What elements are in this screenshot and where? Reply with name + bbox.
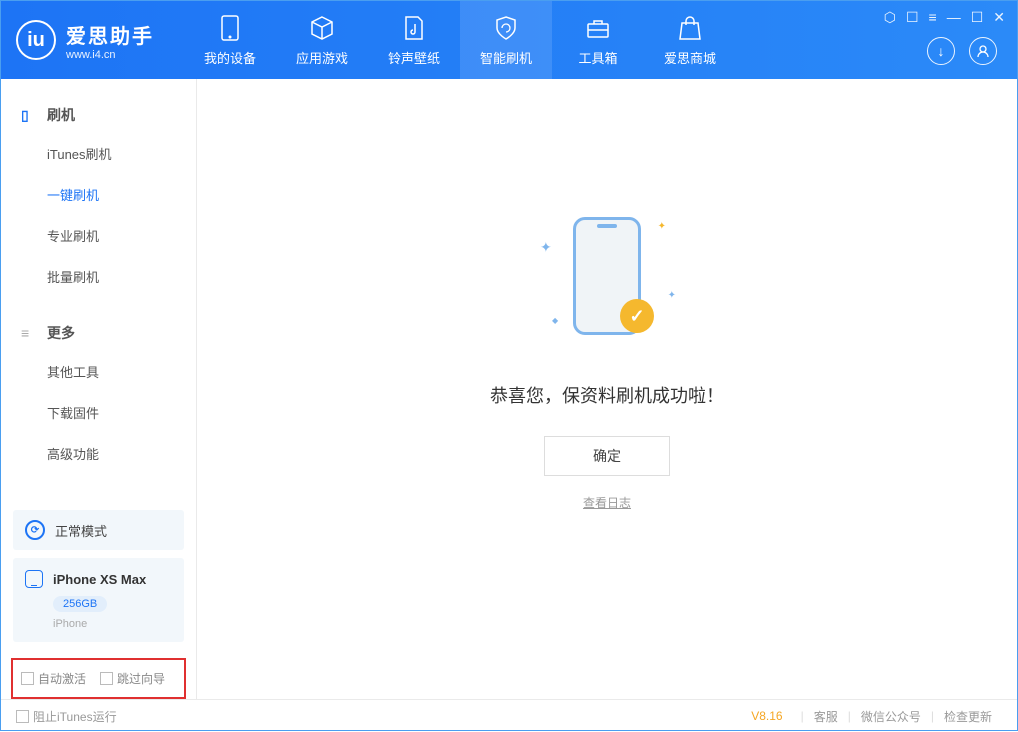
device-name: iPhone XS Max [53, 572, 146, 587]
checkbox-skip-guide[interactable]: 跳过向导 [100, 670, 165, 687]
app-name: 爱思助手 [66, 20, 154, 49]
sparkle-icon: ◆ [552, 316, 558, 325]
separator: | [931, 709, 934, 723]
tab-label: 应用游戏 [296, 48, 348, 67]
logo-text: 爱思助手 www.i4.cn [66, 20, 154, 61]
sidebar-item-other[interactable]: 其他工具 [1, 351, 196, 392]
tab-label: 爱思商城 [664, 48, 716, 67]
menu-icon[interactable]: ≡ [929, 9, 937, 26]
separator: | [848, 709, 851, 723]
header-actions: ↓ [927, 37, 997, 65]
tab-label: 智能刷机 [480, 48, 532, 67]
device-box[interactable]: iPhone XS Max 256GB iPhone [13, 558, 184, 642]
section-label: 刷机 [47, 105, 75, 125]
footer-bar: 阻止iTunes运行 V8.16 | 客服 | 微信公众号 | 检查更新 [1, 699, 1017, 732]
support-link[interactable]: 客服 [814, 708, 838, 725]
success-message: 恭喜您，保资料刷机成功啦！ [490, 382, 724, 408]
user-icon[interactable] [969, 37, 997, 65]
feedback-icon[interactable]: ☐ [906, 9, 919, 26]
sidebar-section-flash: ▯ 刷机 [1, 97, 196, 133]
success-illustration: ✦ ✦ ◆ ✦ ✓ [522, 207, 692, 357]
main-content: ✦ ✦ ◆ ✦ ✓ 恭喜您，保资料刷机成功啦！ 确定 查看日志 [197, 79, 1017, 699]
checkbox-stop-itunes[interactable]: 阻止iTunes运行 [16, 708, 117, 725]
wechat-link[interactable]: 微信公众号 [861, 708, 921, 725]
sidebar-item-pro[interactable]: 专业刷机 [1, 215, 196, 256]
checkbox-icon [16, 710, 29, 723]
options-highlight-box: 自动激活 跳过向导 [11, 658, 186, 699]
tab-toolbox[interactable]: 工具箱 [552, 1, 644, 79]
device-type: iPhone [53, 618, 172, 630]
tab-ringtone[interactable]: 铃声壁纸 [368, 1, 460, 79]
app-logo-icon: iu [16, 20, 56, 60]
close-icon[interactable]: ✕ [993, 9, 1005, 26]
cube-icon [309, 14, 335, 42]
tab-store[interactable]: 爱思商城 [644, 1, 736, 79]
maximize-icon[interactable]: ☐ [971, 9, 984, 26]
device-storage-badge: 256GB [53, 596, 107, 612]
checkbox-label: 自动激活 [38, 670, 86, 687]
device-icon: ▯ [21, 107, 37, 124]
checkbox-label: 跳过向导 [117, 670, 165, 687]
tab-label: 铃声壁纸 [388, 48, 440, 67]
window-controls: ⬡ ☐ ≡ — ☐ ✕ [884, 9, 1005, 26]
checkbox-auto-activate[interactable]: 自动激活 [21, 670, 86, 687]
check-badge-icon: ✓ [620, 299, 654, 333]
list-icon: ≡ [21, 325, 37, 341]
tab-label: 工具箱 [578, 48, 617, 67]
sidebar-item-itunes[interactable]: iTunes刷机 [1, 133, 196, 174]
view-log-link[interactable]: 查看日志 [583, 494, 631, 511]
checkbox-label: 阻止iTunes运行 [33, 708, 117, 725]
minimize-icon[interactable]: — [947, 9, 961, 26]
download-icon[interactable]: ↓ [927, 37, 955, 65]
app-domain: www.i4.cn [66, 49, 154, 61]
tab-apps[interactable]: 应用游戏 [276, 1, 368, 79]
checkbox-icon [100, 672, 113, 685]
music-file-icon [403, 14, 425, 42]
sidebar-item-batch[interactable]: 批量刷机 [1, 256, 196, 297]
check-update-link[interactable]: 检查更新 [944, 708, 992, 725]
logo-area: iu 爱思助手 www.i4.cn [16, 20, 154, 61]
shield-refresh-icon [493, 14, 519, 42]
sidebar: ▯ 刷机 iTunes刷机 一键刷机 专业刷机 批量刷机 ≡ 更多 其他工具 下… [1, 79, 197, 699]
mode-box[interactable]: ⟳ 正常模式 [13, 510, 184, 550]
mode-icon: ⟳ [25, 520, 45, 540]
header-bar: iu 爱思助手 www.i4.cn 我的设备 应用游戏 铃声壁纸 智能刷机 工具… [1, 1, 1017, 79]
tab-smart-flash[interactable]: 智能刷机 [460, 1, 552, 79]
section-label: 更多 [47, 323, 75, 343]
separator: | [801, 709, 804, 723]
sparkle-icon: ✦ [540, 239, 552, 256]
tab-label: 我的设备 [204, 48, 256, 67]
version-label: V8.16 [751, 709, 782, 723]
phone-icon [221, 14, 239, 42]
mode-label: 正常模式 [55, 521, 107, 540]
sidebar-item-oneclick[interactable]: 一键刷机 [1, 174, 196, 215]
nav-tabs: 我的设备 应用游戏 铃声壁纸 智能刷机 工具箱 爱思商城 [184, 1, 736, 79]
sidebar-section-more: ≡ 更多 [1, 315, 196, 351]
tshirt-icon[interactable]: ⬡ [884, 9, 896, 26]
device-phone-icon [25, 570, 43, 588]
sparkle-icon: ✦ [668, 290, 676, 301]
tab-my-device[interactable]: 我的设备 [184, 1, 276, 79]
sidebar-item-firmware[interactable]: 下载固件 [1, 392, 196, 433]
sparkle-icon: ✦ [658, 221, 666, 232]
bag-icon [678, 14, 702, 42]
body-area: ▯ 刷机 iTunes刷机 一键刷机 专业刷机 批量刷机 ≡ 更多 其他工具 下… [1, 79, 1017, 699]
toolbox-icon [585, 14, 611, 42]
ok-button[interactable]: 确定 [544, 436, 670, 476]
checkbox-icon [21, 672, 34, 685]
sidebar-item-advanced[interactable]: 高级功能 [1, 433, 196, 474]
